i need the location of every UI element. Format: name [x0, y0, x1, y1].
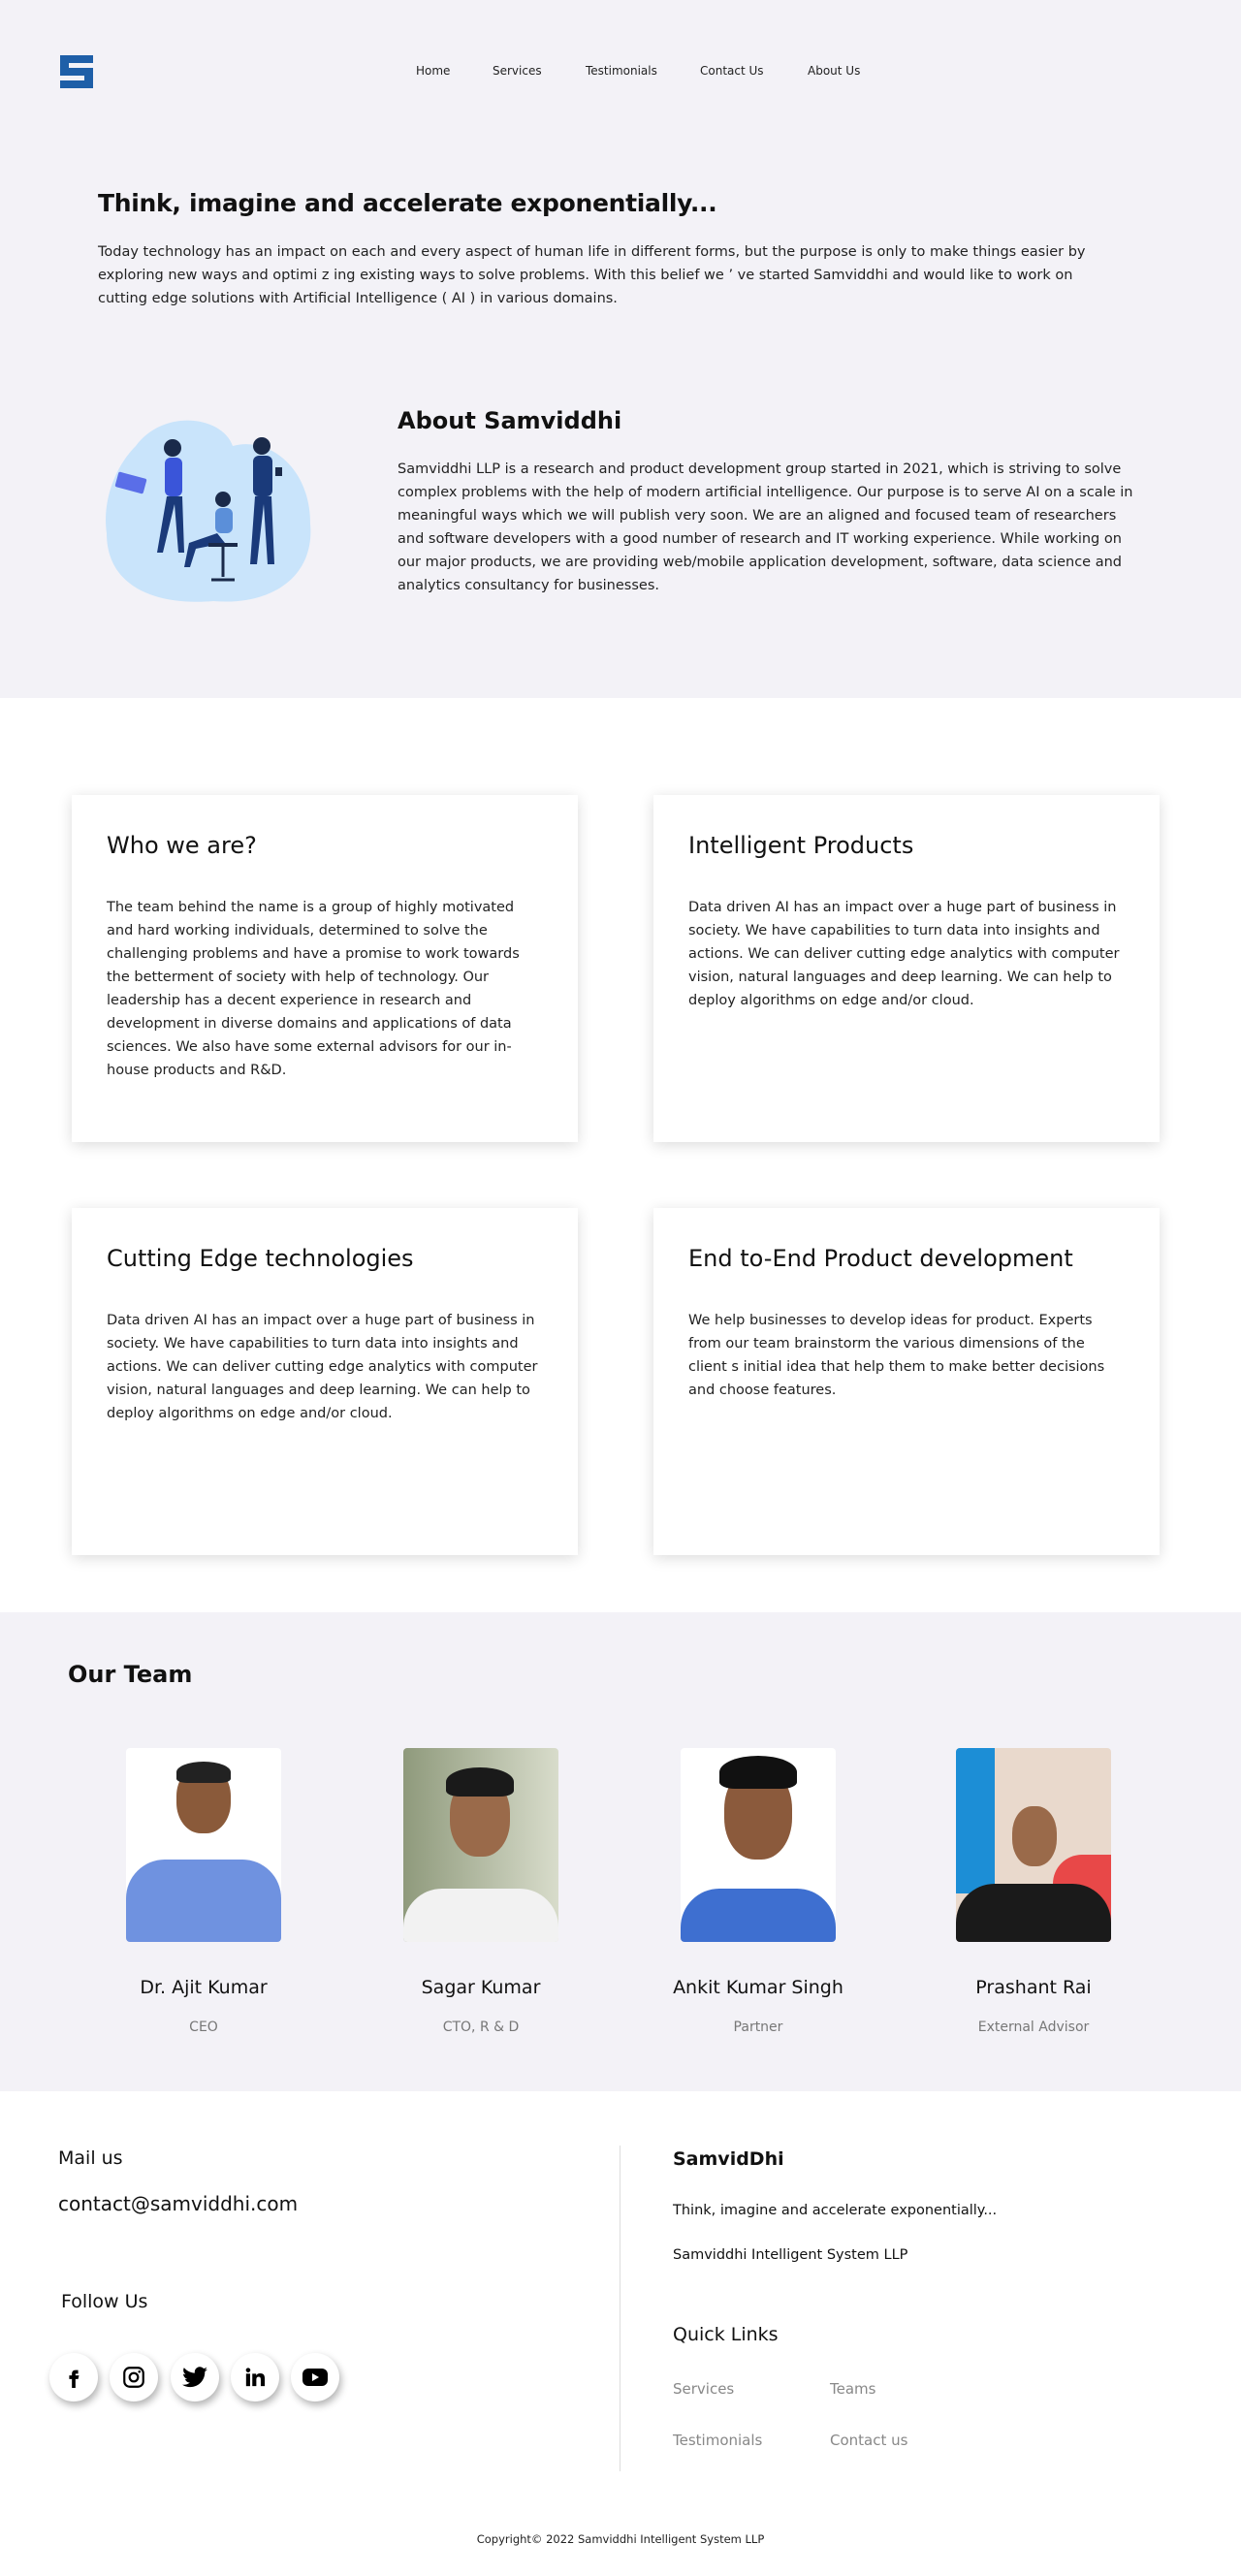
team-illustration-icon	[106, 420, 311, 602]
member-role: CTO, R & D	[442, 2019, 520, 2035]
member-role: Partner	[733, 2019, 783, 2035]
card-text: Data driven AI has an impact over a huge…	[107, 1313, 538, 1421]
card-text: We help businesses to develop ideas for …	[688, 1313, 1105, 1398]
card-title: Who we are?	[107, 832, 257, 859]
twitter-icon[interactable]	[171, 2353, 219, 2401]
footer-tagline: Think, imagine and accelerate exponentia…	[673, 2203, 998, 2218]
instagram-icon[interactable]	[110, 2353, 158, 2401]
link-testimonials[interactable]: Testimonials	[673, 2432, 762, 2449]
member-name: Prashant Rai	[975, 1977, 1092, 1998]
team-title: Our Team	[68, 1661, 193, 1688]
card-title: Intelligent Products	[688, 832, 914, 859]
member-name: Sagar Kumar	[421, 1977, 541, 1998]
team-member: Ankit Kumar Singh Partner	[632, 1748, 884, 2035]
about-title: About Samviddhi	[398, 407, 622, 434]
member-name: Dr. Ajit Kumar	[140, 1977, 268, 1998]
nav-about-us[interactable]: About Us	[808, 64, 860, 78]
samviddhi-logo-icon[interactable]	[60, 55, 93, 88]
linkedin-icon[interactable]	[231, 2353, 279, 2401]
member-photo	[403, 1748, 558, 1942]
footer-brand: SamvidDhi	[673, 2148, 784, 2170]
footer-company: Samviddhi Intelligent System LLP	[673, 2247, 908, 2263]
footer	[0, 2091, 1241, 2576]
nav-contact-us[interactable]: Contact Us	[700, 64, 764, 78]
copyright: Copyright© 2022 Samviddhi Intelligent Sy…	[476, 2532, 765, 2546]
quick-links-title: Quick Links	[673, 2324, 779, 2345]
member-photo	[681, 1748, 836, 1942]
team-member: Sagar Kumar CTO, R & D	[355, 1748, 607, 2035]
member-role: External Advisor	[977, 2019, 1090, 2035]
card-title: End to-End Product development	[688, 1245, 1073, 1272]
nav-home[interactable]: Home	[416, 64, 450, 78]
member-name: Ankit Kumar Singh	[673, 1977, 843, 1998]
about-text: Samviddhi LLP is a research and product …	[398, 461, 1133, 593]
nav-services[interactable]: Services	[493, 64, 542, 78]
card-title: Cutting Edge technologies	[107, 1245, 414, 1272]
site-header: Home Services Testimonials Contact Us Ab…	[0, 0, 1241, 136]
member-photo	[126, 1748, 281, 1942]
mail-label: Mail us	[58, 2147, 123, 2169]
facebook-icon[interactable]	[49, 2353, 98, 2401]
card-intelligent-products: Intelligent Products Data driven AI has …	[653, 795, 1160, 1142]
link-teams[interactable]: Teams	[830, 2380, 875, 2398]
member-photo	[956, 1748, 1111, 1942]
email-link[interactable]: contact@samviddhi.com	[58, 2192, 298, 2215]
follow-label: Follow Us	[61, 2291, 148, 2312]
link-services[interactable]: Services	[673, 2380, 734, 2398]
youtube-icon[interactable]	[291, 2353, 339, 2401]
hero-text: Today technology has an impact on each a…	[98, 244, 1086, 306]
hero-title: Think, imagine and accelerate exponentia…	[98, 189, 717, 217]
card-end-to-end: End to-End Product development We help b…	[653, 1208, 1160, 1555]
card-text: Data driven AI has an impact over a huge…	[688, 900, 1120, 1008]
services-section: Who we are? The team behind the name is …	[0, 698, 1241, 1612]
card-who-we-are: Who we are? The team behind the name is …	[72, 795, 578, 1142]
link-contact-us[interactable]: Contact us	[830, 2432, 907, 2449]
team-member: Prashant Rai External Advisor	[907, 1748, 1160, 2035]
member-role: CEO	[189, 2019, 218, 2035]
team-member: Dr. Ajit Kumar CEO	[78, 1748, 330, 2035]
nav-testimonials[interactable]: Testimonials	[586, 64, 657, 78]
card-text: The team behind the name is a group of h…	[107, 900, 520, 1078]
card-cutting-edge: Cutting Edge technologies Data driven AI…	[72, 1208, 578, 1555]
